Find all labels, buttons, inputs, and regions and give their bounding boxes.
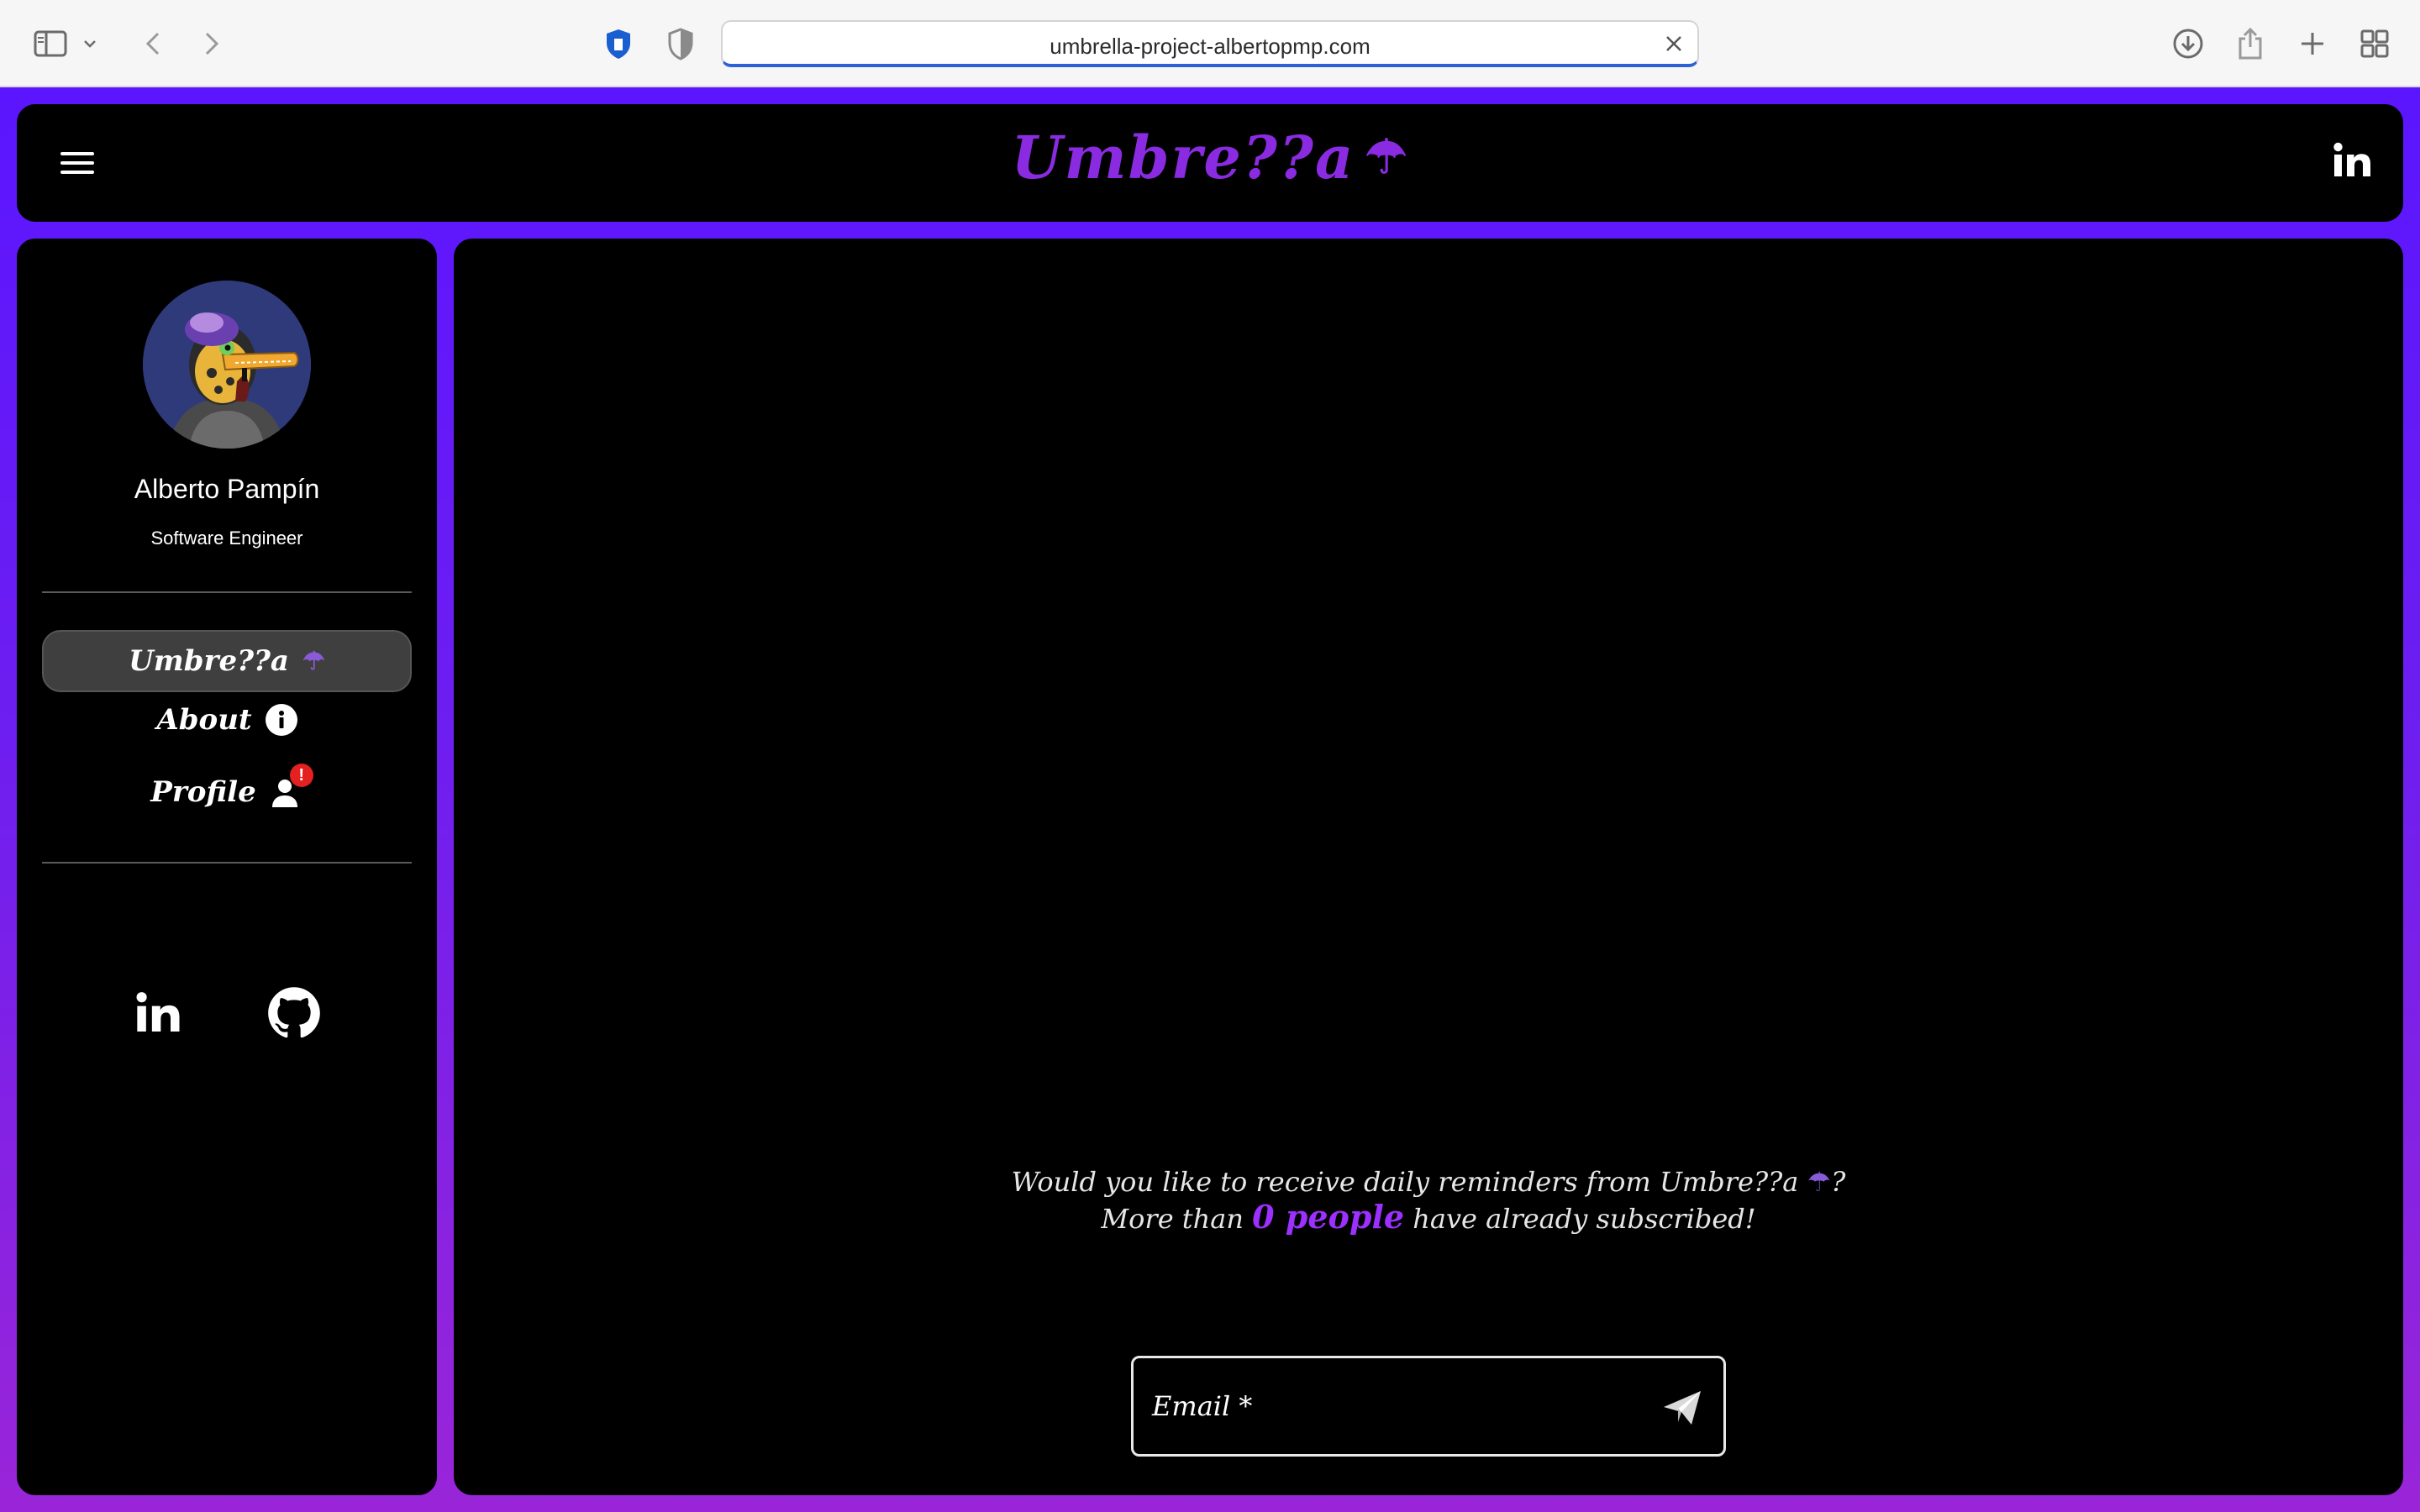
address-bar[interactable]: umbrella-project-albertopmp.com [721,20,1699,67]
notification-badge: ! [289,764,313,787]
linkedin-icon[interactable] [2328,136,2378,186]
new-tab-icon[interactable] [2291,22,2334,66]
email-field[interactable]: Email * [1131,1356,1726,1457]
tab-overview-icon[interactable] [2353,22,2396,66]
url-text: umbrella-project-albertopmp.com [1050,34,1370,59]
nav-item-umbrella[interactable]: Umbre??a ☂ [42,630,412,692]
nav-item-label: Umbre??a [129,644,289,678]
email-label: Email * [1152,1390,1253,1422]
subscribe-line-2-suffix: have already subscribed! [1413,1203,1756,1235]
send-icon[interactable] [1661,1387,1703,1429]
divider [42,591,412,593]
subscribe-line-1: Would you like to receive daily reminder… [454,1164,2403,1200]
subscribe-line-2: More than 0 people have already subscrib… [454,1200,2403,1236]
main-content: Would you like to receive daily reminder… [454,239,2403,1495]
subscriber-count: 0 people [1252,1198,1405,1236]
linkedin-icon[interactable] [129,984,188,1043]
downloads-icon[interactable] [2166,22,2210,66]
share-icon[interactable] [2228,22,2272,66]
browser-toolbar: umbrella-project-albertopmp.com [0,0,2420,87]
subscribe-line-1-suffix: ? [1831,1166,1846,1198]
subscribe-line-2-prefix: More than [1101,1203,1244,1235]
nav-item-label: Profile [150,775,256,809]
divider [42,862,412,864]
forward-icon[interactable] [190,22,234,66]
umbrella-icon: ☂ [302,646,325,676]
nav-item-label: About [156,703,252,737]
subscribe-message: Would you like to receive daily reminder… [454,1164,2403,1236]
github-icon[interactable] [266,984,324,1043]
nav-item-about[interactable]: About [42,689,412,751]
clear-url-icon[interactable] [1659,29,1689,59]
avatar [143,281,311,449]
subscribe-line-1-text: Would you like to receive daily reminder… [1011,1166,1799,1198]
nav-item-profile[interactable]: Profile ! [42,761,412,823]
brand-text: Umbre??a [1011,123,1355,192]
umbrella-icon: ☂ [1365,129,1409,185]
user-icon: ! [270,764,313,809]
profile-name: Alberto Pampín [134,474,320,504]
profile-role: Software Engineer [150,528,303,549]
brand-title[interactable]: Umbre??a ☂ [17,123,2403,192]
sidebar: Alberto Pampín Software Engineer Umbre??… [17,239,437,1495]
tracker-shield-icon[interactable] [659,22,702,66]
chevron-down-icon[interactable] [76,22,104,66]
sidebar-toggle-icon[interactable] [29,22,72,66]
back-icon[interactable] [131,22,175,66]
app-header: Umbre??a ☂ [17,104,2403,222]
page-background: Umbre??a ☂ Alberto Pampín Software Engin… [0,87,2420,1512]
umbrella-icon: ☂ [1807,1166,1832,1198]
privacy-shield-icon[interactable] [597,22,640,66]
info-icon [265,704,297,736]
